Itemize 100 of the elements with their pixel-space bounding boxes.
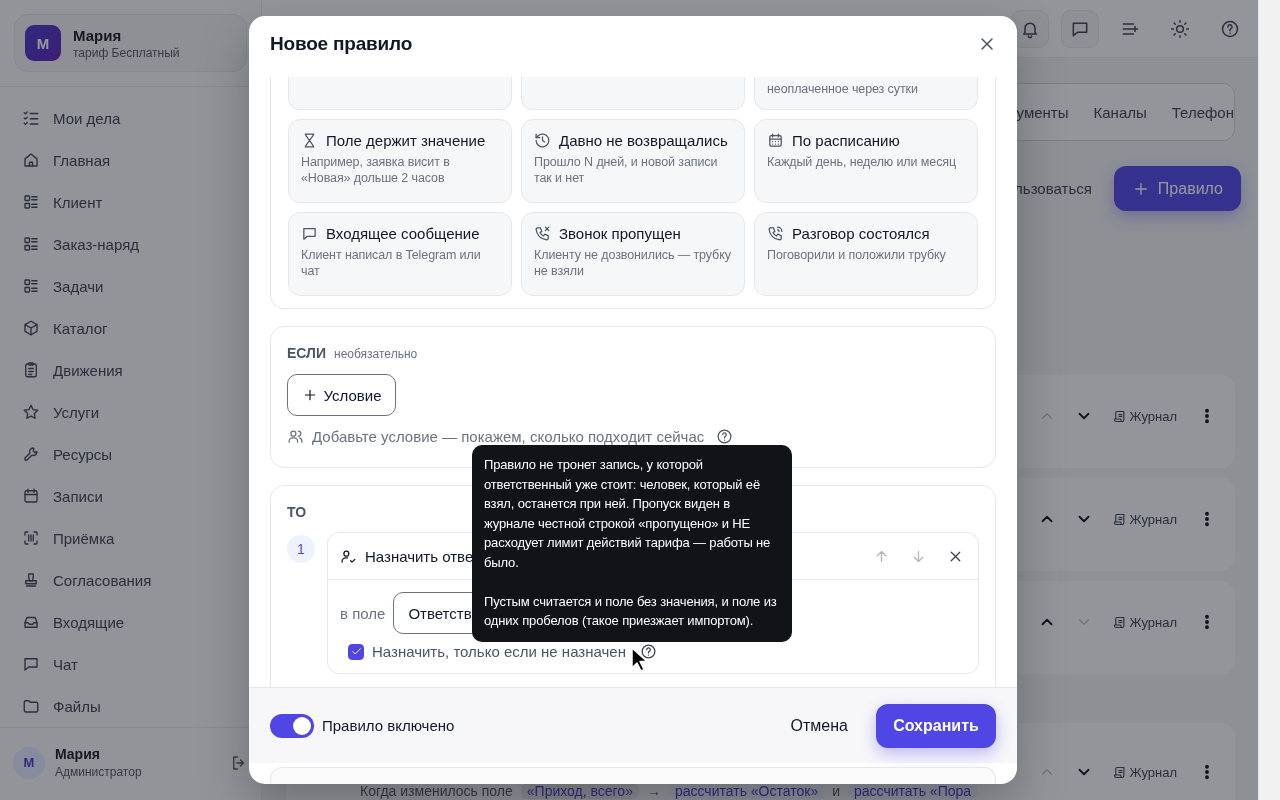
- nav-item[interactable]: Ресурсы: [12, 433, 249, 475]
- toggle-switch[interactable]: [270, 713, 314, 738]
- tab[interactable]: ументы: [1016, 97, 1069, 127]
- plan-label: тариф Бесплатный: [73, 45, 180, 60]
- trigger-card[interactable]: По расписанию Каждый день, неделю или месяц: [754, 119, 978, 203]
- trigger-title: Поле держит значение: [326, 132, 486, 149]
- chat-icon: [22, 655, 40, 673]
- star-icon: [22, 403, 40, 421]
- scroll-icon: [1111, 511, 1127, 527]
- add-rule-button[interactable]: Правило: [1113, 166, 1241, 211]
- nav-item[interactable]: Клиент: [12, 181, 249, 223]
- step-number: 1: [287, 535, 315, 563]
- scan-icon: [22, 529, 40, 547]
- trigger-card[interactable]: неоплаченное через сутки: [754, 77, 978, 110]
- phone-call-icon: [767, 225, 784, 242]
- checklist-icon: [22, 109, 40, 127]
- rule-text: →: [646, 783, 661, 799]
- trigger-card[interactable]: Звонок пропущен Клиенту не дозвонились — трубку не взяли: [521, 212, 745, 296]
- nav-item[interactable]: Входящие: [12, 601, 249, 643]
- nav-item[interactable]: Чат: [12, 643, 249, 685]
- nav-item[interactable]: Главная: [12, 139, 249, 181]
- preview-hint: Добавьте условие — покажем, сколько подходит сейчас: [312, 428, 705, 445]
- section-label: ТО: [287, 504, 307, 520]
- trigger-card[interactable]: Входящее сообщение Клиент написал в Telegram или чат: [288, 212, 512, 296]
- section-label: ЕСЛИ: [287, 345, 326, 361]
- nav-item[interactable]: Записи: [12, 475, 249, 517]
- scrollbar-track[interactable]: [1258, 0, 1280, 800]
- checkbox-label: Назначить, только если не назначен: [372, 643, 626, 660]
- sun-icon: [1170, 18, 1190, 39]
- chat-button[interactable]: [1061, 9, 1099, 48]
- journal-link[interactable]: Журнал: [1111, 614, 1177, 630]
- user-name: Мария: [73, 26, 123, 44]
- trigger-card[interactable]: Поле держит значение Например, заявка висит в «Новая» дольше 2 часов: [288, 119, 512, 203]
- box-icon: [22, 319, 40, 337]
- journal-link[interactable]: Журнал: [1111, 408, 1177, 424]
- help-icon: [1220, 18, 1240, 39]
- tooltip-text: Пустым считается и поле без значения, и поле из одних пробелов (такое приезжает импортом).: [484, 592, 778, 630]
- trigger-description: Клиент написал в Telegram или чат: [301, 247, 482, 279]
- trigger-title: Входящее сообщение: [326, 225, 480, 242]
- tooltip-text: Правило не тронет запись, у которой ответственный уже стоит: человек, который её взял, останется при ней. Пропуск виден в журнале честной строкой «пропущено» и НЕ расходует лимит действий тарифа — работы не было.: [484, 456, 772, 572]
- nav-item[interactable]: Движения: [12, 349, 249, 391]
- calendar-icon: [767, 132, 784, 149]
- nav-item[interactable]: Заказ-наряд: [12, 223, 249, 265]
- rule-text: и: [832, 783, 840, 799]
- stamp-icon: [22, 571, 40, 589]
- list-icon: [22, 277, 40, 295]
- chat-icon: [301, 225, 318, 242]
- avatar: М: [25, 25, 61, 61]
- trigger-title: По расписанию: [792, 132, 900, 149]
- phone-missed-icon: [534, 225, 551, 242]
- notifications-button[interactable]: [1011, 9, 1049, 48]
- trigger-title: Звонок пропущен: [559, 225, 681, 242]
- nav-item[interactable]: Услуги: [12, 391, 249, 433]
- history-icon: [534, 132, 551, 149]
- avatar: М: [13, 746, 45, 779]
- nav-item[interactable]: Каталог: [12, 307, 249, 349]
- nav-item[interactable]: Мои дела: [12, 97, 249, 139]
- modal-title: Новое правило: [270, 32, 413, 55]
- help-icon[interactable]: [716, 428, 734, 445]
- profile-card[interactable]: М Мария тариф Бесплатный: [14, 14, 247, 72]
- rule-text: Когда изменилось поле: [360, 783, 513, 799]
- action-title: Назначить отве: [365, 547, 474, 565]
- checkbox[interactable]: [348, 643, 364, 660]
- nav-item[interactable]: Файлы: [12, 685, 249, 727]
- trigger-description: Например, заявка висит в «Новая» дольше 2 часов: [301, 154, 451, 186]
- link-text: льзоваться: [1014, 180, 1092, 197]
- trigger-title: Разговор состоялся: [792, 225, 930, 242]
- clipboard-icon: [22, 361, 40, 379]
- scroll-icon: [1111, 408, 1127, 424]
- nav-item[interactable]: Согласования: [12, 559, 249, 601]
- nav-item[interactable]: Задачи: [12, 265, 249, 307]
- trigger-description: Клиенту не дозвонились — трубку не взяли: [534, 247, 732, 279]
- journal-link[interactable]: Журнал: [1111, 764, 1177, 780]
- help-icon[interactable]: [639, 643, 657, 660]
- calendar-icon: [22, 487, 40, 505]
- trigger-title: Давно не возвращались: [559, 132, 728, 149]
- journal-link[interactable]: Журнал: [1111, 511, 1177, 527]
- trigger-description: Каждый день, неделю или месяц: [767, 154, 958, 170]
- wrench-icon: [22, 445, 40, 463]
- house-icon: [22, 151, 40, 169]
- list-icon: [22, 235, 40, 253]
- field-label: в поле: [340, 604, 386, 622]
- scroll-icon: [1111, 614, 1127, 630]
- tab[interactable]: Телефон: [1171, 97, 1234, 127]
- trigger-description: неоплаченное через сутки: [767, 81, 919, 97]
- user-role: Администратор: [55, 765, 143, 779]
- trigger-card[interactable]: Давно не возвращались Прошло N дней, и новой записи так и нет: [521, 119, 745, 203]
- cancel-button[interactable]: Отмена: [790, 716, 848, 735]
- user-name: Мария: [55, 746, 101, 762]
- users-icon: [287, 428, 304, 445]
- trigger-description: Поговорили и положили трубку: [767, 247, 947, 263]
- trigger-card[interactable]: Разговор состоялся Поговорили и положили трубку: [754, 212, 978, 296]
- folder-icon: [22, 697, 40, 715]
- list-icon: [22, 193, 40, 211]
- tab[interactable]: Каналы: [1093, 97, 1147, 127]
- toggle-label: Правило включено: [322, 717, 455, 734]
- save-button[interactable]: Сохранить: [876, 703, 996, 748]
- nav-item[interactable]: Приёмка: [12, 517, 249, 559]
- optional-hint: необязательно: [334, 347, 418, 361]
- add-condition-button[interactable]: Условие: [287, 374, 396, 416]
